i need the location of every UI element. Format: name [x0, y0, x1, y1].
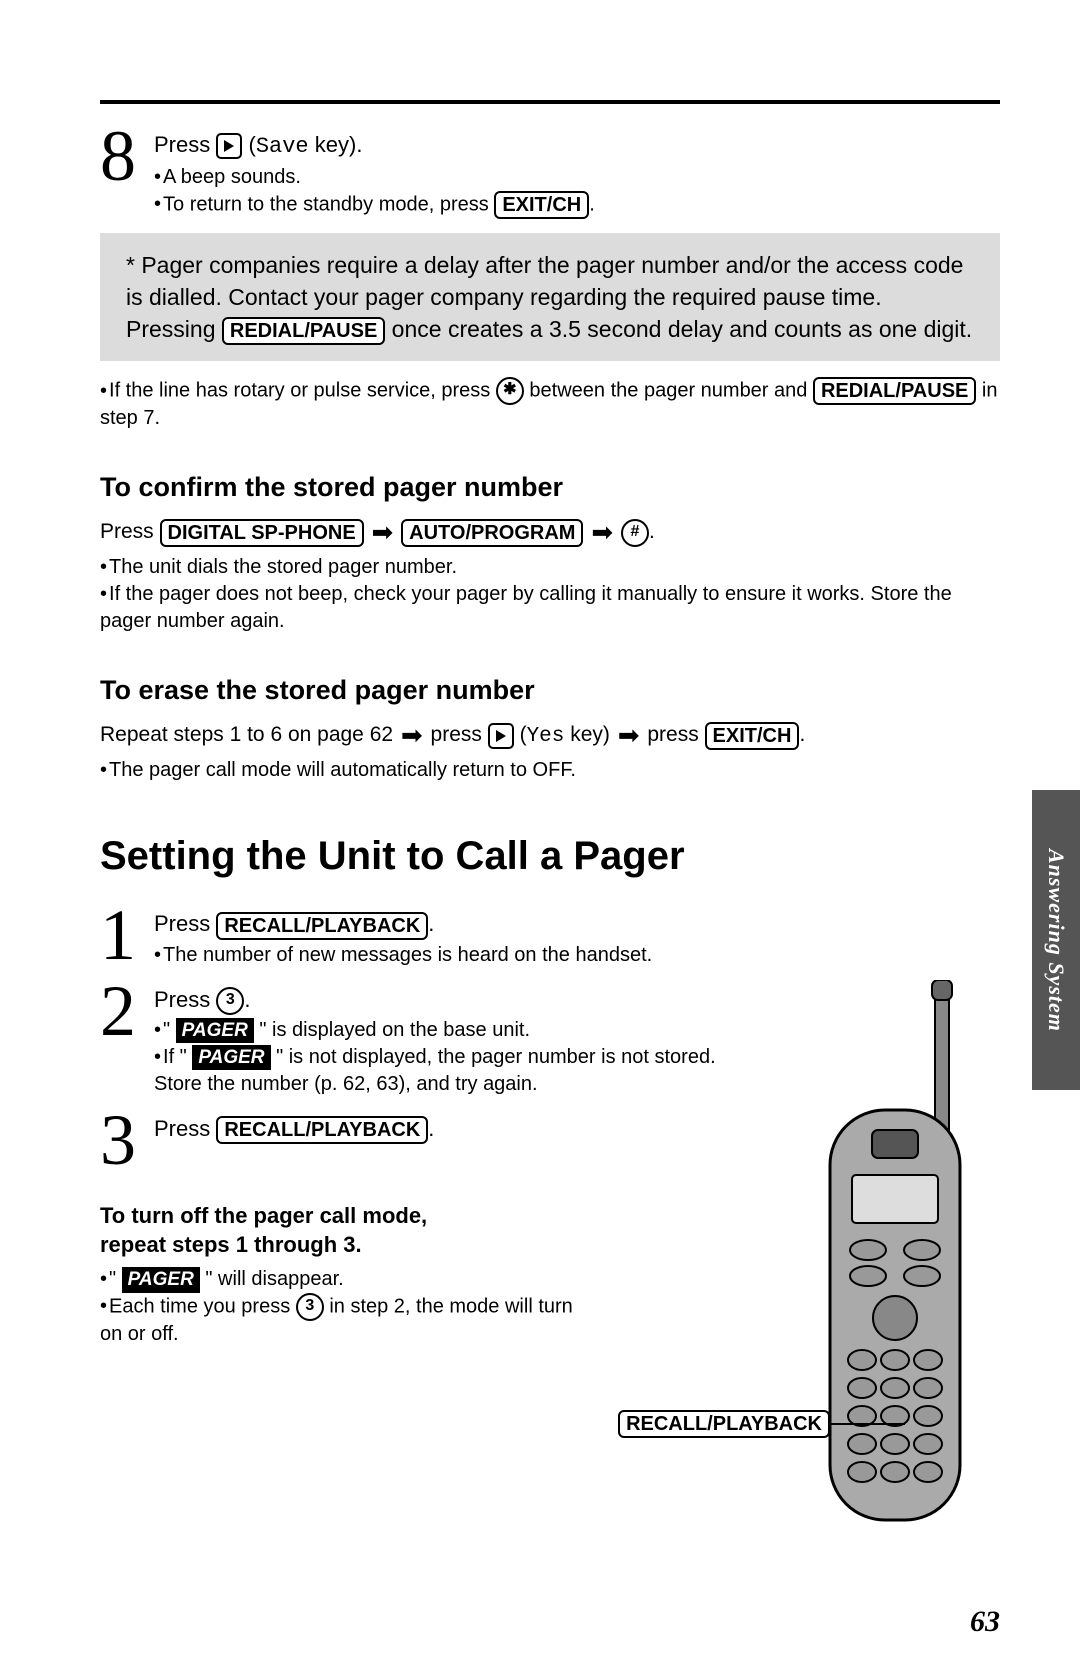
save-key-label: Save — [256, 134, 309, 159]
arrow-icon: ➡ — [618, 718, 640, 753]
recall-playback-key: RECALL/PLAYBACK — [216, 1116, 428, 1144]
yes-key-label: Yes — [527, 725, 565, 748]
step-number-2: 2 — [100, 979, 140, 1044]
confirm-press-line: Press DIGITAL SP-PHONE ➡ AUTO/PROGRAM ➡ … — [100, 515, 1000, 550]
pager-display-label: PAGER — [192, 1045, 270, 1071]
step-1: 1 Press RECALL/PLAYBACK. The number of n… — [100, 903, 1000, 968]
recall-playback-key: RECALL/PLAYBACK — [216, 912, 428, 940]
right-arrow-key-icon — [216, 133, 242, 159]
right-arrow-key-icon — [488, 723, 514, 749]
exit-ch-key: EXIT/CH — [705, 722, 800, 750]
confirm-heading: To confirm the stored pager number — [100, 472, 1000, 503]
step1-line: Press RECALL/PLAYBACK. — [154, 909, 734, 939]
auto-program-key: AUTO/PROGRAM — [401, 519, 583, 547]
rotary-note: If the line has rotary or pulse service,… — [100, 377, 1000, 432]
star-key-icon: ✱ — [496, 377, 524, 405]
bullet: If the pager does not beep, check your p… — [100, 581, 1000, 635]
step1-bullets: The number of new messages is heard on t… — [154, 942, 734, 969]
erase-heading: To erase the stored pager number — [100, 675, 1000, 706]
redial-pause-key: REDIAL/PAUSE — [813, 377, 976, 405]
step8-bullets: A beep sounds. To return to the standby … — [154, 164, 1000, 219]
step-number-3: 3 — [100, 1108, 140, 1173]
step-number-1: 1 — [100, 903, 140, 968]
arrow-icon: ➡ — [372, 515, 394, 550]
digital-sp-phone-key: DIGITAL SP-PHONE — [160, 519, 364, 547]
confirm-bullets: The unit dials the stored pager number. … — [100, 554, 1000, 635]
text: Press — [154, 132, 210, 157]
arrow-icon: ➡ — [401, 718, 423, 753]
setting-heading: Setting the Unit to Call a Pager — [100, 834, 1000, 879]
redial-pause-key: REDIAL/PAUSE — [222, 317, 385, 345]
step3-line: Press RECALL/PLAYBACK. — [154, 1114, 734, 1144]
hash-key-icon: # — [621, 519, 649, 547]
bullet: To return to the standby mode, press EXI… — [154, 191, 1000, 219]
page-number: 63 — [970, 1605, 1000, 1639]
bullet: " PAGER " will disappear. — [100, 1266, 580, 1293]
erase-bullets: The pager call mode will automatically r… — [100, 757, 1000, 784]
step-number-8: 8 — [100, 124, 140, 189]
three-key-icon: 3 — [216, 987, 244, 1015]
recall-playback-key: RECALL/PLAYBACK — [618, 1410, 830, 1438]
arrow-icon: ➡ — [591, 515, 613, 550]
step2-line: Press 3. — [154, 985, 734, 1015]
section-tab-label: Answering System — [1043, 849, 1069, 1032]
handset-illustration — [810, 980, 990, 1545]
top-rule — [100, 100, 1000, 104]
three-key-icon: 3 — [296, 1293, 324, 1321]
turnoff-bullets: " PAGER " will disappear. Each time you … — [100, 1266, 580, 1348]
bullet: A beep sounds. — [154, 164, 1000, 191]
callout-label: RECALL/PLAYBACK — [618, 1410, 830, 1438]
bullet: If the line has rotary or pulse service,… — [100, 377, 1000, 432]
section-tab: Answering System — [1032, 790, 1080, 1090]
callout-line — [825, 1423, 905, 1425]
footnote-box: * Pager companies require a delay after … — [100, 233, 1000, 362]
bullet: The pager call mode will automatically r… — [100, 757, 1000, 784]
text: key). — [309, 132, 363, 157]
bullet: If " PAGER " is not displayed, the pager… — [154, 1044, 734, 1098]
pager-display-label: PAGER — [122, 1267, 200, 1293]
bullet: " PAGER " is displayed on the base unit. — [154, 1017, 734, 1044]
step-8: 8 Press (Save key). A beep sounds. To re… — [100, 124, 1000, 219]
erase-line: Repeat steps 1 to 6 on page 62 ➡ press (… — [100, 718, 1000, 753]
bullet: Each time you press 3 in step 2, the mod… — [100, 1293, 580, 1348]
pager-display-label: PAGER — [176, 1018, 254, 1044]
text: once creates a 3.5 second delay and coun… — [385, 316, 972, 342]
step8-instruction: Press (Save key). — [154, 130, 1000, 162]
step2-bullets: " PAGER " is displayed on the base unit.… — [154, 1017, 734, 1098]
bullet: The number of new messages is heard on t… — [154, 942, 734, 969]
turnoff-heading: To turn off the pager call mode, repeat … — [100, 1201, 580, 1260]
bullet: The unit dials the stored pager number. — [100, 554, 1000, 581]
exit-ch-key: EXIT/CH — [494, 191, 589, 219]
